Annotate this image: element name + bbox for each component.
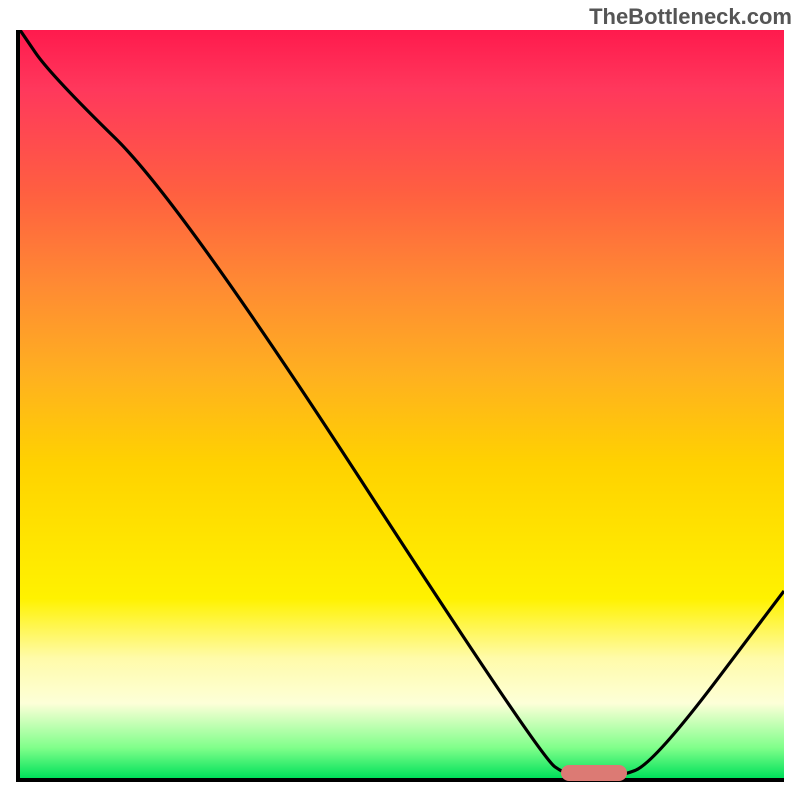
plot-area [16, 30, 784, 782]
curve-path [20, 30, 784, 778]
optimal-range-marker [561, 765, 626, 781]
data-line-svg [20, 30, 784, 778]
bottleneck-chart: TheBottleneck.com [0, 0, 800, 800]
watermark-label: TheBottleneck.com [589, 4, 792, 30]
